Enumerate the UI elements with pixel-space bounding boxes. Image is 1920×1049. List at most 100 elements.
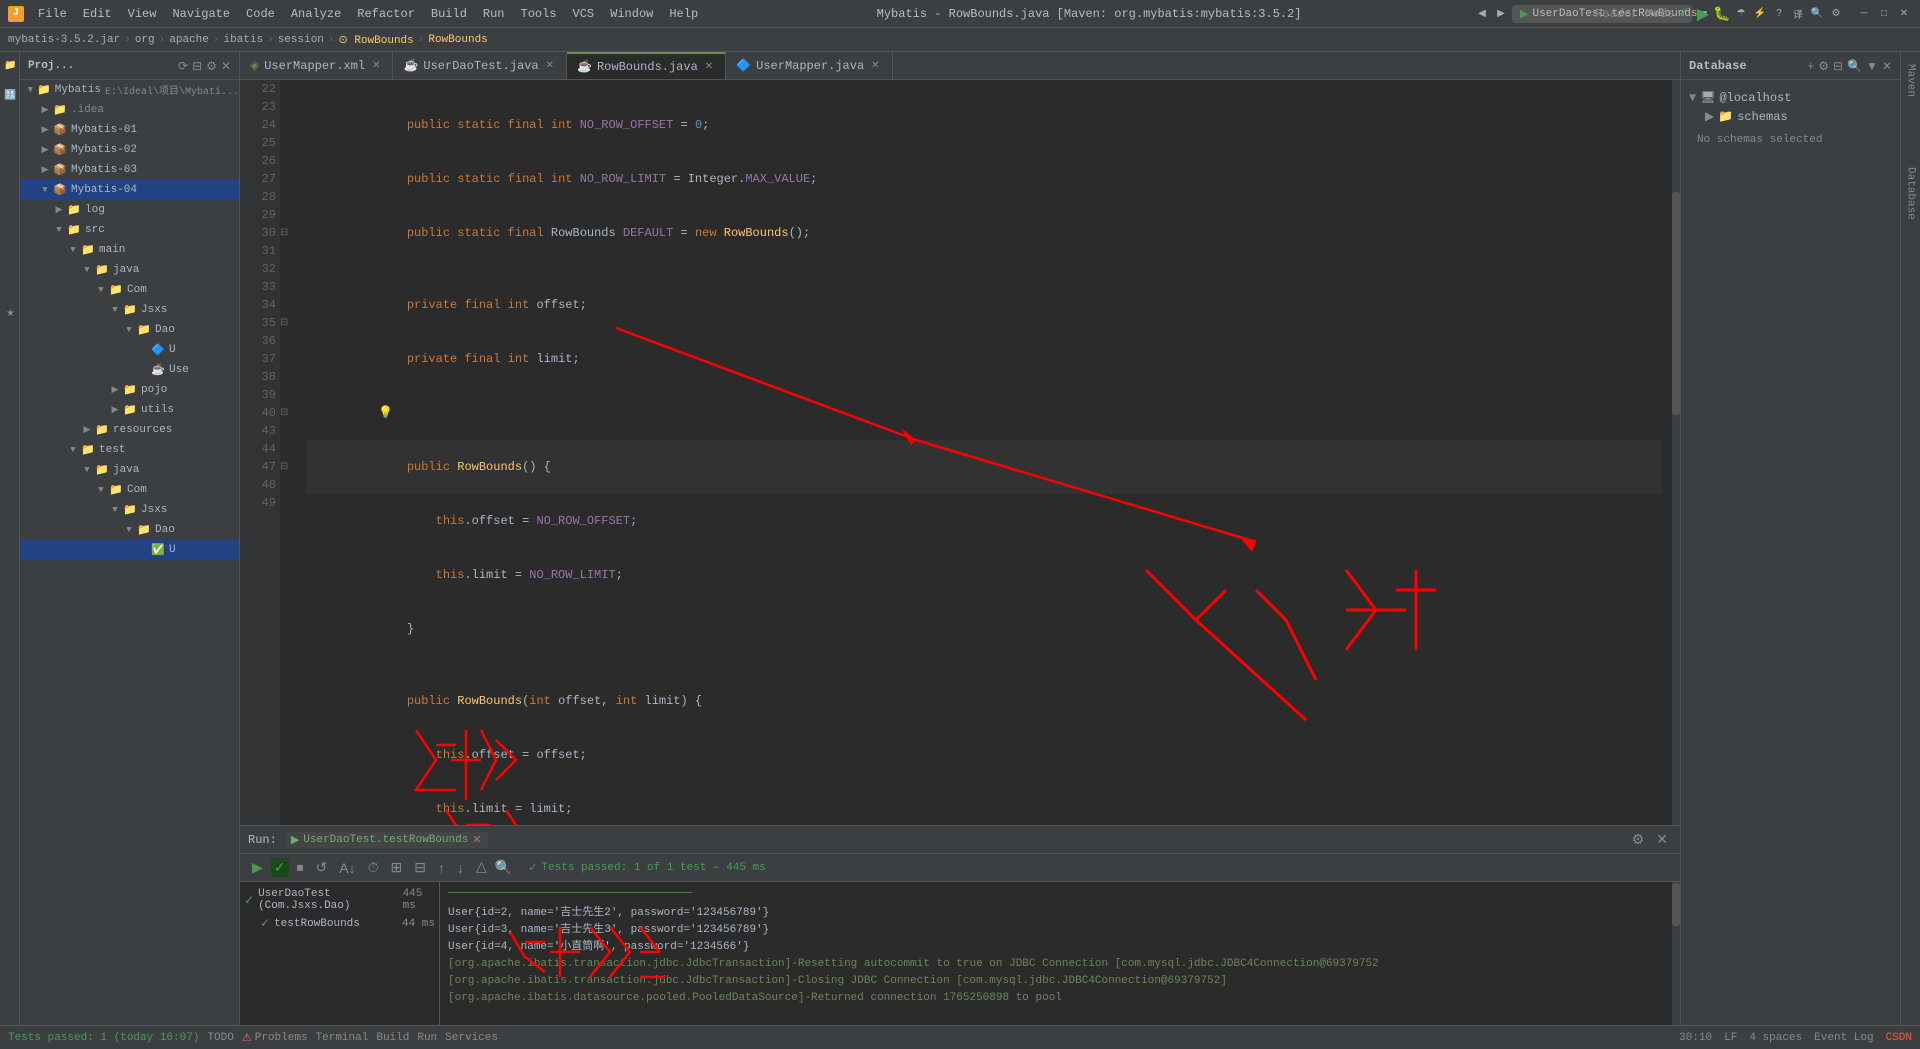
menu-vcs[interactable]: VCS [567,5,601,23]
db-settings-button[interactable]: ▼ [1866,59,1878,73]
event-log-button[interactable]: Event Log [1814,1032,1873,1044]
breadcrumb-ibatis[interactable]: ibatis [223,34,263,46]
tab-close-usermapper-xml[interactable]: ✕ [370,59,382,73]
services-button[interactable]: Services [445,1032,498,1044]
menu-navigate[interactable]: Navigate [166,5,236,23]
menu-build[interactable]: Build [425,5,473,23]
tree-item-test-dao[interactable]: ▼ 📁 Dao [20,520,239,540]
translate-button[interactable]: 译 [1790,6,1806,22]
menu-help[interactable]: Help [663,5,704,23]
tree-item-dao[interactable]: ▼ 📁 Dao [20,320,239,340]
hide-sidebar-button[interactable]: ✕ [221,59,231,73]
tree-item-log[interactable]: ▶ 📁 log [20,200,239,220]
breadcrumb-org[interactable]: org [135,34,155,46]
menu-run[interactable]: Run [477,5,511,23]
test-class-item[interactable]: ✓ UserDaoTest (Com.Jsxs.Dao) 445 ms [244,886,435,914]
output-scrollbar[interactable] [1672,882,1680,1025]
database-vertical-tab[interactable]: Database [1901,163,1920,224]
test-method-item[interactable]: ✓ testRowBounds 44 ms [244,914,435,933]
run-button[interactable]: ▶ [1695,6,1711,22]
favorites-toggle[interactable]: ★ [2,304,17,323]
tree-item-utils[interactable]: ▶ 📁 utils [20,400,239,420]
menu-code[interactable]: Code [240,5,281,23]
tree-item-idea[interactable]: ▶ 📁 .idea [20,100,239,120]
tab-close-rowbounds[interactable]: ✕ [703,60,715,74]
settings-button[interactable]: ⚙ [1828,6,1844,22]
todo-button[interactable]: TODO [207,1032,233,1044]
tree-item-mybatis01[interactable]: ▶ 📦 Mybatis-01 [20,120,239,140]
tree-item-main-java[interactable]: ▼ 📁 java [20,260,239,280]
close-button[interactable]: ✕ [1896,6,1912,22]
run-config-tab[interactable]: ▶ UserDaoTest.testRowBounds ✕ [285,832,488,848]
problems-button[interactable]: ⚠ Problems [242,1031,308,1045]
db-add-button[interactable]: + [1807,59,1814,73]
close-run-tab-icon[interactable]: ✕ [472,833,481,847]
expand-all-button[interactable]: ⊞ [387,857,407,878]
tree-item-userdaotest[interactable]: ✅ U [20,540,239,560]
coverage-button[interactable]: ☂ [1733,6,1749,22]
tree-item-main[interactable]: ▼ 📁 main [20,240,239,260]
stop-button[interactable]: ⏹ [293,857,308,878]
menu-refactor[interactable]: Refactor [351,5,421,23]
import-button[interactable]: ↓ [453,858,468,878]
breadcrumb-rowbounds-file[interactable]: RowBounds [428,34,487,46]
run-settings-button[interactable]: ⚙ [1628,829,1649,850]
menu-analyze[interactable]: Analyze [285,5,347,23]
back-button[interactable]: ◀ [1474,6,1490,22]
tab-usermapper-java[interactable]: 🔷 UserMapper.java ✕ [726,52,892,79]
tree-item-test-jsxs[interactable]: ▼ 📁 Jsxs [20,500,239,520]
run-status-button[interactable]: Run [417,1032,437,1044]
breadcrumb-rowbounds-class[interactable]: ⊙ RowBounds [339,33,414,47]
help-button[interactable]: ? [1771,6,1787,22]
tree-item-test-java[interactable]: ▼ 📁 java [20,460,239,480]
tree-item-usermapper-interface[interactable]: 🔷 U [20,340,239,360]
tab-close-usermapper[interactable]: ✕ [869,59,881,73]
tab-usermapper-xml[interactable]: ◈ UserMapper.xml ✕ [240,52,393,79]
tree-item-jsxs[interactable]: ▼ 📁 Jsxs [20,300,239,320]
profile-button[interactable]: ⚡ [1752,6,1768,22]
breadcrumb-session[interactable]: session [278,34,324,46]
db-collapse-button[interactable]: ⊟ [1833,59,1843,73]
menu-tools[interactable]: Tools [515,5,563,23]
rerun-button[interactable]: ▶ [248,857,267,878]
debug-button[interactable]: 🐛 [1714,6,1730,22]
tree-item-test-com[interactable]: ▼ 📁 Com [20,480,239,500]
collapse-all-button[interactable]: ⊟ [192,59,202,73]
db-schemas-item[interactable]: ▶ 📁 schemas [1689,107,1892,126]
export-button[interactable]: ↑ [434,858,449,878]
tree-item-userimpl[interactable]: ☕ Use [20,360,239,380]
build-button[interactable]: Build [376,1032,409,1044]
forward-button[interactable]: ▶ [1493,6,1509,22]
rerun-failed-button[interactable]: ↺ [312,857,332,878]
tab-rowbounds-java[interactable]: ☕ RowBounds.java ✕ [567,52,726,79]
tree-item-pojo[interactable]: ▶ 📁 pojo [20,380,239,400]
db-filter-button[interactable]: ⚙ [1818,59,1829,73]
breadcrumb-apache[interactable]: apache [169,34,209,46]
scroll-up-icon[interactable]: △ [476,859,487,876]
maximize-button[interactable]: □ [1876,6,1892,22]
collapse-all-button2[interactable]: ⊟ [410,857,430,878]
project-sidebar-toggle[interactable]: 📁 [2,56,17,76]
search-everywhere-button[interactable]: 🔍 [1809,6,1825,22]
menu-edit[interactable]: Edit [77,5,118,23]
structure-toggle[interactable]: 🔠 [2,84,17,104]
tree-item-src[interactable]: ▼ 📁 src [20,220,239,240]
find-in-output-button[interactable]: 🔍 [491,857,516,878]
tree-item-test[interactable]: ▼ 📁 test [20,440,239,460]
sort-alpha-button[interactable]: A↓ [335,858,359,878]
run-close-button[interactable]: ✕ [1652,829,1672,850]
tree-settings-button[interactable]: ⚙ [206,59,217,73]
editor-scrollbar[interactable] [1672,80,1680,825]
menu-view[interactable]: View [122,5,163,23]
tree-item-mybatis04[interactable]: ▼ 📦 Mybatis-04 [20,180,239,200]
tree-item-mybatis02[interactable]: ▶ 📦 Mybatis-02 [20,140,239,160]
tree-item-mybatis03[interactable]: ▶ 📦 Mybatis-03 [20,160,239,180]
sort-duration-button[interactable]: ⏱ [364,857,383,878]
db-localhost-item[interactable]: ▼ 🖥 @localhost [1689,88,1892,107]
db-close-button[interactable]: ✕ [1882,59,1892,73]
db-search-button[interactable]: 🔍 [1847,59,1862,73]
breadcrumb-jar[interactable]: mybatis-3.5.2.jar [8,34,120,46]
minimize-button[interactable]: ─ [1856,6,1872,22]
sync-button[interactable]: ⟳ [178,59,188,73]
tree-item-resources[interactable]: ▶ 📁 resources [20,420,239,440]
